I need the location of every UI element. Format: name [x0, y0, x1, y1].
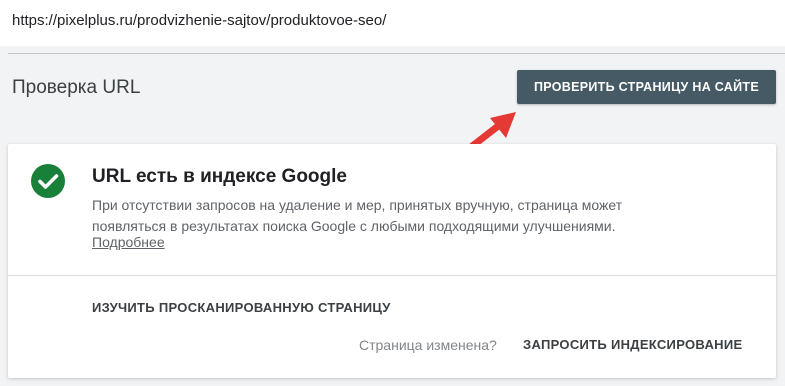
page-changed-label: Страница изменена? [359, 337, 497, 353]
request-indexing-button[interactable]: ЗАПРОСИТЬ ИНДЕКСИРОВАНИЕ [523, 337, 742, 352]
check-circle-icon [31, 164, 65, 198]
learn-more-link[interactable]: Подробнее [92, 234, 165, 250]
view-crawled-page-button[interactable]: ИЗУЧИТЬ ПРОСКАНИРОВАННУЮ СТРАНИЦУ [92, 300, 391, 315]
status-title: URL есть в индексе Google [92, 166, 347, 187]
page-title: Проверка URL [12, 77, 141, 98]
divider [8, 53, 785, 54]
card-divider [8, 275, 776, 276]
status-description: При отсутствии запросов на удаление и ме… [92, 197, 623, 234]
url-text: https://pixelplus.ru/prodvizhenie-sajtov… [12, 12, 387, 29]
address-bar[interactable]: https://pixelplus.ru/prodvizhenie-sajtov… [0, 0, 785, 46]
test-live-url-button[interactable]: ПРОВЕРИТЬ СТРАНИЦУ НА САЙТЕ [517, 70, 776, 104]
index-status-card: URL есть в индексе Google При отсутствии… [8, 144, 776, 378]
